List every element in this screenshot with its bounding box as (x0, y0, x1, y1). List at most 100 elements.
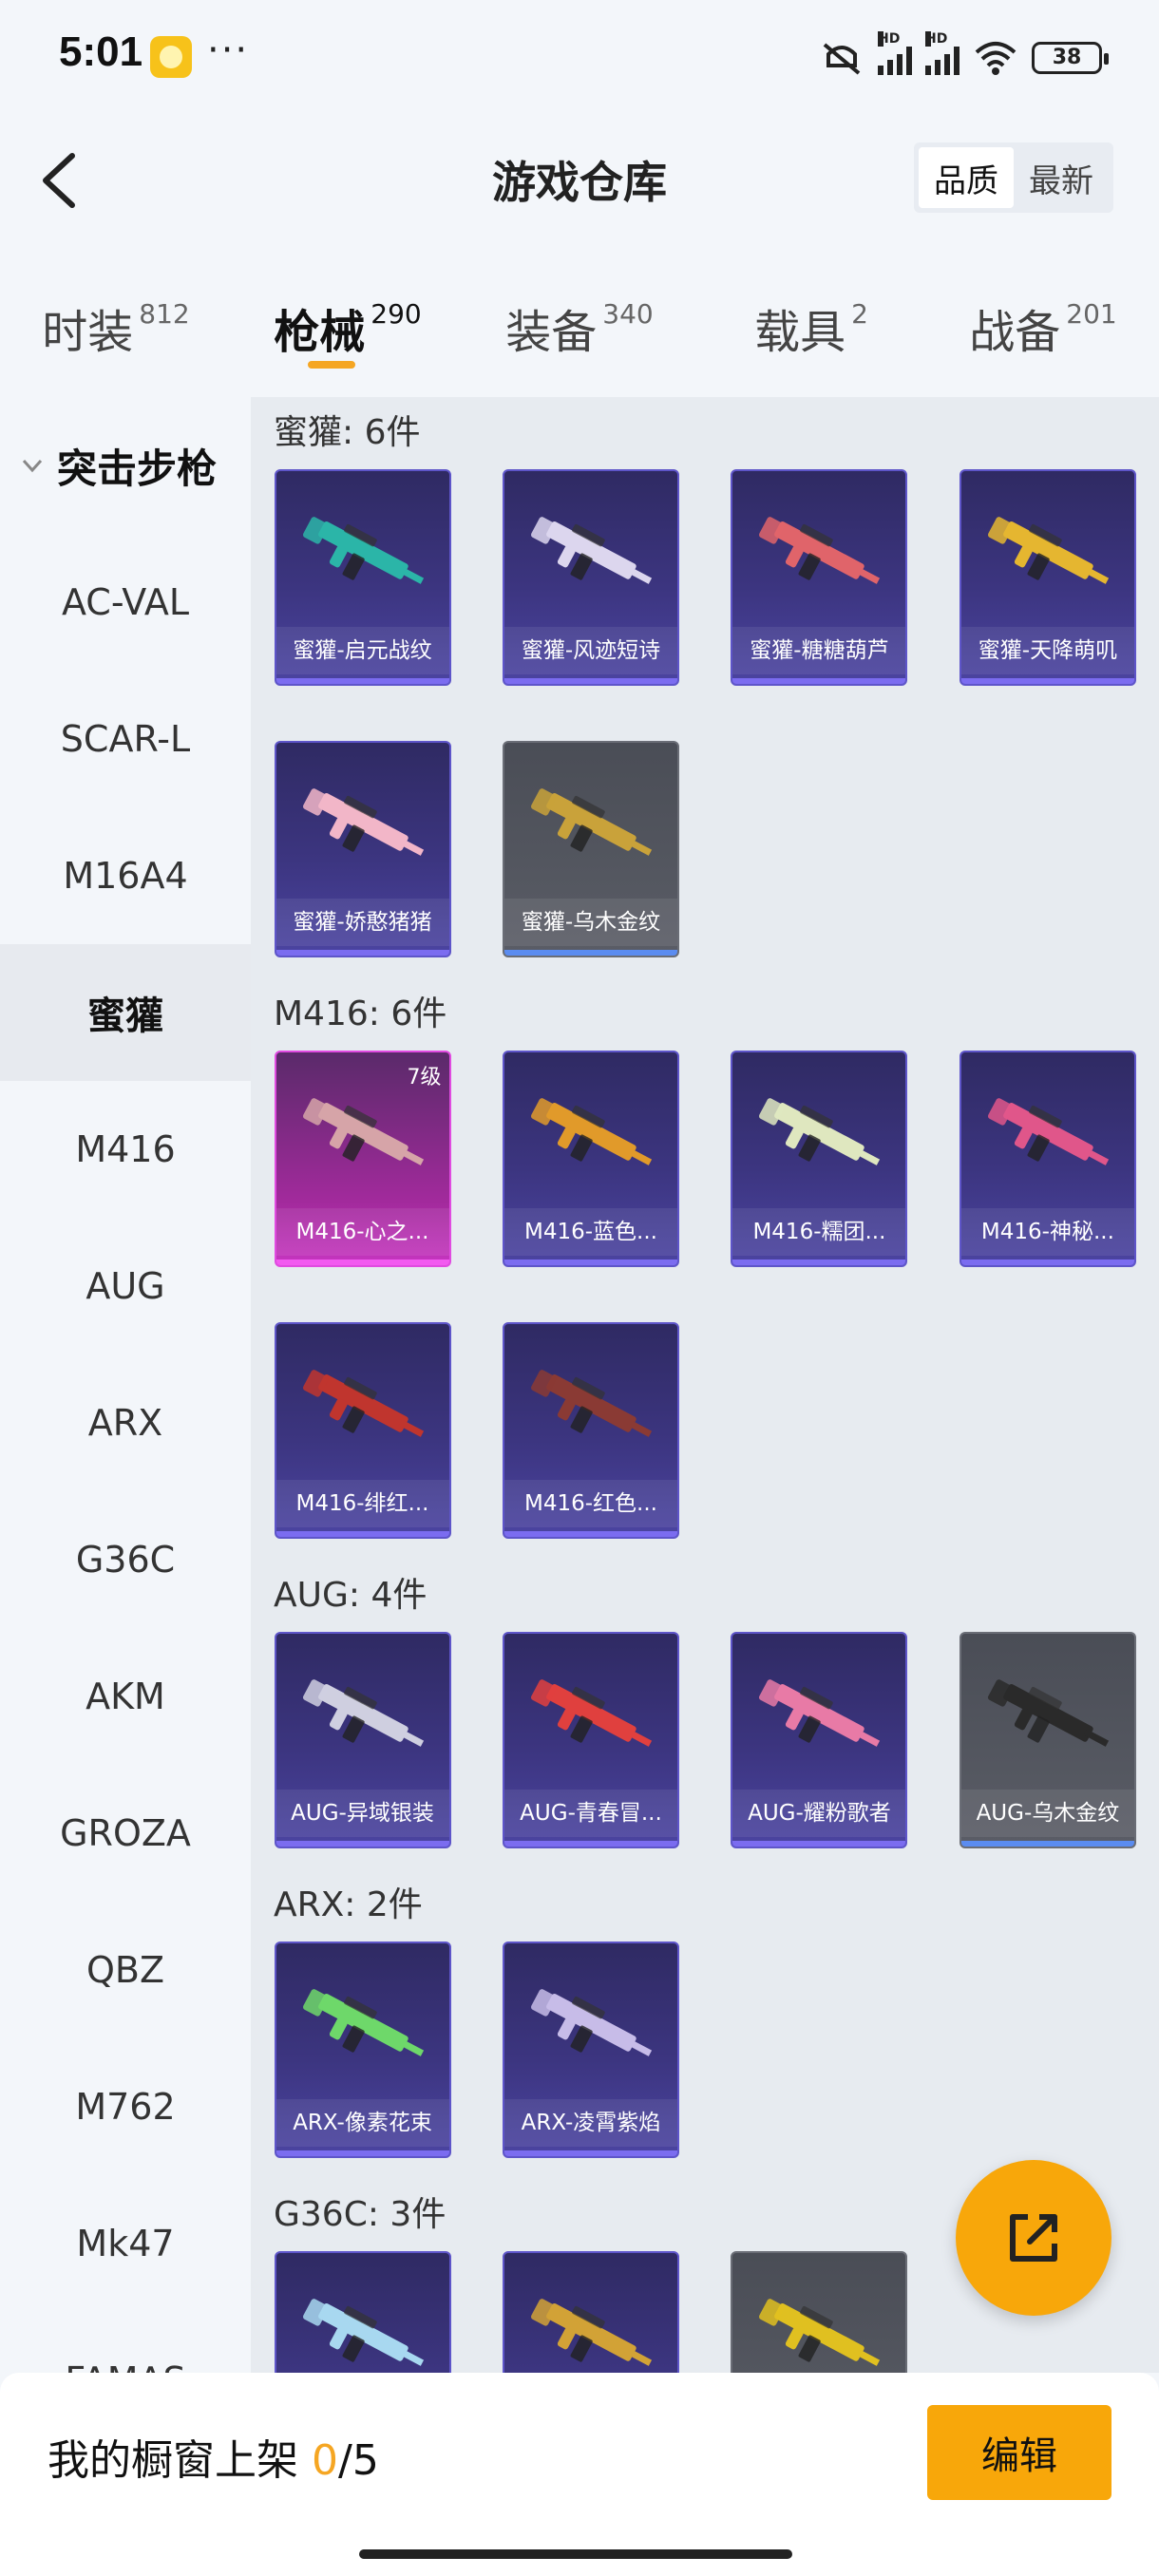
weapon-card[interactable] (274, 2251, 451, 2373)
sort-toggle: 品质 最新 (914, 142, 1113, 213)
sidebar-item[interactable]: GROZA (0, 1765, 251, 1902)
weapon-image (302, 1370, 424, 1437)
weapon-card[interactable]: 蜜獾-风迹短诗 (502, 469, 679, 686)
tab-count: 812 (139, 298, 190, 330)
signal-icon-1: HD (878, 31, 912, 75)
weapon-card[interactable]: AUG-青春冒... (502, 1632, 679, 1848)
status-bar: 5:01 ··· HD HD 38 (0, 0, 1159, 114)
wifi-icon (973, 39, 1018, 77)
weapon-image (530, 2299, 653, 2366)
group-title: 蜜獾: 6件 (274, 413, 421, 452)
weapon-image (759, 2299, 881, 2366)
status-time: 5:01 (59, 28, 143, 75)
weapon-name: M416-心之... (276, 1208, 449, 1256)
sidebar-item[interactable]: G36C (0, 1491, 251, 1628)
weapon-name: M416-红色... (504, 1480, 677, 1527)
weapon-card[interactable]: M416-糯团... (731, 1051, 908, 1267)
weapon-name: AUG-乌木金纹 (960, 1790, 1134, 1837)
weapon-image (759, 517, 881, 584)
sidebar-item[interactable]: M762 (0, 2038, 251, 2175)
weapon-name: M416-神秘... (960, 1208, 1134, 1256)
sidebar-item[interactable]: ARX (0, 1354, 251, 1491)
sidebar-item[interactable]: Mk47 (0, 2175, 251, 2312)
signal-icon-2: HD (925, 31, 960, 75)
sidebar-item[interactable]: 蜜獾 (0, 944, 251, 1081)
sidebar-item[interactable]: M416 (0, 1081, 251, 1218)
level-badge: 7级 (407, 1066, 442, 1089)
tab-2[interactable]: 装备 340 (464, 266, 695, 389)
weapon-image (530, 1679, 653, 1747)
category-tabs: 时装 812 枪械 290 装备 340 载具 2 战备 201 (0, 266, 1159, 389)
app-notification-icon (150, 36, 192, 78)
share-button[interactable] (956, 2160, 1112, 2316)
weapon-card[interactable]: AUG-耀粉歌者 (731, 1632, 908, 1848)
weapon-image (302, 788, 424, 856)
edit-button[interactable]: 编辑 (927, 2405, 1112, 2500)
chevron-down-icon (22, 459, 43, 473)
bottom-bar: 我的橱窗上架 0/5 编辑 (0, 2373, 1159, 2576)
tab-4[interactable]: 战备 201 (927, 266, 1159, 389)
tab-1[interactable]: 枪械 290 (232, 266, 464, 389)
weapon-image (530, 1098, 653, 1165)
weapon-name: 蜜獾-乌木金纹 (504, 899, 677, 946)
weapon-card[interactable]: M416-绯红... (274, 1322, 451, 1539)
weapon-name: 蜜獾-娇憨猪猪 (276, 899, 449, 946)
weapon-image (987, 1098, 1110, 1165)
weapon-name: M416-蓝色... (504, 1208, 677, 1256)
weapon-name: M416-糯团... (732, 1208, 906, 1256)
category-label: 突击步枪 (57, 445, 218, 492)
weapon-card[interactable]: 蜜獾-启元战纹 (274, 469, 451, 686)
category-header[interactable]: 突击步枪 (0, 397, 251, 534)
sidebar: 突击步枪 AC-VAL SCAR-L M16A4 蜜獾 M416 AUG ARX G36C AK… (0, 397, 251, 2373)
weapon-image (302, 2299, 424, 2366)
weapon-card[interactable]: 蜜獾-糖糖葫芦 (731, 469, 908, 686)
weapon-card[interactable] (502, 2251, 679, 2373)
tab-count: 201 (1066, 298, 1117, 330)
weapon-card[interactable]: AUG-乌木金纹 (959, 1632, 1136, 1848)
weapon-card[interactable]: ARX-凌霄紫焰 (502, 1941, 679, 2158)
weapon-name: AUG-青春冒... (504, 1790, 677, 1837)
weapon-card[interactable]: M416-蓝色... (502, 1051, 679, 1267)
weapon-card[interactable]: 蜜獾-娇憨猪猪 (274, 741, 451, 957)
weapon-card[interactable]: ARX-像素花束 (274, 1941, 451, 2158)
sort-quality-button[interactable]: 品质 (919, 147, 1014, 208)
sidebar-item[interactable]: AKM (0, 1628, 251, 1765)
tab-label: 时装 (42, 306, 134, 359)
shelf-total: /5 (338, 2436, 379, 2485)
weapon-name: 蜜獾-糖糖葫芦 (732, 627, 906, 674)
tab-underline (308, 361, 355, 369)
sidebar-item[interactable]: M16A4 (0, 807, 251, 944)
weapon-card[interactable]: M416-红色... (502, 1322, 679, 1539)
sort-newest-button[interactable]: 最新 (1014, 147, 1109, 208)
tab-0[interactable]: 时装 812 (0, 266, 232, 389)
hd-label-1: HD (878, 31, 901, 47)
item-grid: 蜜獾: 6件蜜獾-启元战纹 蜜獾-风迹短诗 蜜獾-糖糖葫芦 蜜獾-天降萌叽蜜獾-娇憨猪… (251, 397, 1159, 2373)
weapon-name: 蜜獾-风迹短诗 (504, 627, 677, 674)
tab-label: 载具 (754, 306, 846, 359)
tab-3[interactable]: 载具 2 (695, 266, 927, 389)
weapon-image (759, 1098, 881, 1165)
weapon-image (302, 517, 424, 584)
sidebar-item[interactable]: FAMAS (0, 2312, 251, 2373)
weapon-image (530, 517, 653, 584)
sidebar-item[interactable]: AC-VAL (0, 534, 251, 671)
tab-count: 290 (370, 298, 422, 330)
sidebar-item[interactable]: AUG (0, 1218, 251, 1354)
sidebar-item[interactable]: QBZ (0, 1902, 251, 2038)
weapon-card[interactable]: 蜜獾-乌木金纹 (502, 741, 679, 957)
home-indicator[interactable] (359, 2549, 792, 2559)
weapon-card[interactable] (731, 2251, 908, 2373)
sidebar-item[interactable]: SCAR-L (0, 671, 251, 807)
weapon-card[interactable]: M416-神秘... (959, 1051, 1136, 1267)
weapon-card[interactable]: AUG-异域银装 (274, 1632, 451, 1848)
tab-label: 装备 (505, 306, 598, 359)
group-title: G36C: 3件 (274, 2195, 446, 2234)
weapon-card[interactable]: 蜜獾-天降萌叽 (959, 469, 1136, 686)
weapon-card[interactable]: 7级 M416-心之... (274, 1051, 451, 1267)
battery-icon: 38 (1032, 42, 1109, 74)
back-button[interactable] (27, 142, 103, 218)
back-arrow-icon (43, 153, 75, 208)
weapon-name: 蜜獾-天降萌叽 (960, 627, 1134, 674)
header: 游戏仓库 品质 最新 (0, 114, 1159, 247)
weapon-image (759, 1679, 881, 1747)
